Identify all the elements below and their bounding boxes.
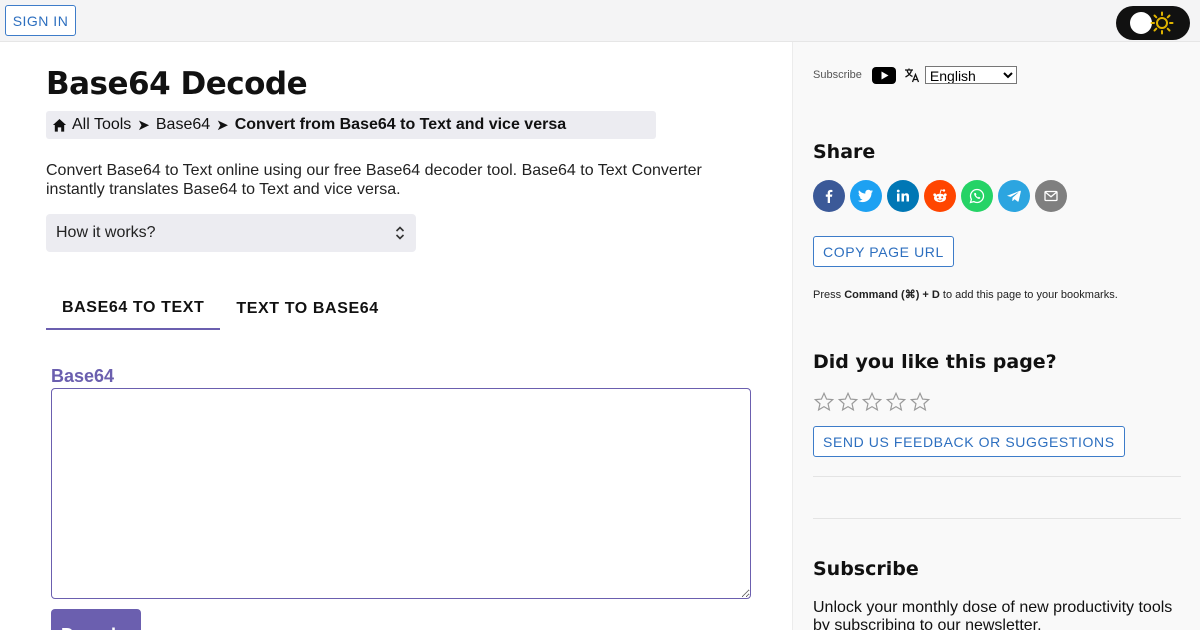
toggle-knob — [1130, 12, 1152, 34]
subscribe-text: Unlock your monthly dose of new producti… — [813, 599, 1173, 630]
translate-icon — [904, 68, 920, 83]
sun-icon — [1150, 11, 1174, 35]
base64-input-label: Base64 — [51, 366, 115, 386]
top-bar: SIGN IN — [0, 0, 1200, 42]
rating-heading: Did you like this page? — [813, 351, 1057, 373]
home-icon[interactable] — [52, 118, 67, 133]
breadcrumb: All Tools ➤ Base64 ➤ Convert from Base64… — [46, 111, 656, 139]
breadcrumb-base64[interactable]: Base64 — [156, 116, 210, 134]
star-icon[interactable] — [813, 391, 835, 413]
subscribe-row: Subscribe English — [813, 66, 1017, 84]
how-it-works-select[interactable]: How it works? — [46, 214, 416, 252]
language-select[interactable]: English — [924, 66, 1017, 84]
subscribe-heading: Subscribe — [813, 558, 919, 580]
breadcrumb-separator: ➤ — [216, 117, 229, 134]
email-icon[interactable] — [1035, 180, 1067, 212]
rating-stars — [813, 391, 931, 413]
star-icon[interactable] — [861, 391, 883, 413]
sidebar: Subscribe English Share COPY PAGE URL Pr… — [792, 42, 1200, 630]
whatsapp-icon[interactable] — [961, 180, 993, 212]
star-icon[interactable] — [885, 391, 907, 413]
theme-toggle[interactable] — [1116, 6, 1190, 40]
breadcrumb-separator: ➤ — [137, 117, 150, 134]
breadcrumb-current: Convert from Base64 to Text and vice ver… — [234, 116, 567, 133]
send-feedback-button[interactable]: SEND US FEEDBACK OR SUGGESTIONS — [813, 426, 1125, 457]
telegram-icon[interactable] — [998, 180, 1030, 212]
breadcrumb-all-tools[interactable]: All Tools — [72, 116, 131, 134]
sign-in-button[interactable]: SIGN IN — [5, 5, 76, 36]
bookmark-hint: Press Command (⌘) + D to add this page t… — [813, 288, 1118, 301]
mode-tabs: BASE64 TO TEXT TEXT TO BASE64 — [46, 288, 395, 330]
how-it-works-label: How it works? — [56, 224, 156, 241]
bookmark-prefix: Press — [813, 289, 845, 301]
star-icon[interactable] — [837, 391, 859, 413]
decode-button[interactable]: Decode — [51, 609, 141, 630]
twitter-icon[interactable] — [850, 180, 882, 212]
bookmark-shortcut: Command (⌘) + D — [844, 289, 940, 301]
main-content: Base64 Decode All Tools ➤ Base64 ➤ Conve… — [0, 42, 792, 630]
divider — [813, 518, 1181, 519]
youtube-icon[interactable] — [871, 66, 896, 84]
star-icon[interactable] — [909, 391, 931, 413]
share-heading: Share — [813, 141, 876, 163]
copy-page-url-button[interactable]: COPY PAGE URL — [813, 236, 954, 267]
linkedin-icon[interactable] — [887, 180, 919, 212]
divider — [813, 476, 1181, 477]
tab-text-to-base64[interactable]: TEXT TO BASE64 — [220, 288, 394, 330]
tab-base64-to-text[interactable]: BASE64 TO TEXT — [46, 288, 221, 330]
reddit-icon[interactable] — [924, 180, 956, 212]
page-title: Base64 Decode — [46, 66, 308, 102]
bookmark-suffix: to add this page to your bookmarks. — [939, 289, 1118, 301]
share-icons — [813, 180, 1067, 212]
facebook-icon[interactable] — [813, 180, 845, 212]
base64-input[interactable] — [51, 388, 751, 599]
intro-text: Convert Base64 to Text online using our … — [46, 162, 702, 198]
chevron-updown-icon — [395, 226, 405, 240]
subscribe-label: Subscribe — [813, 69, 862, 81]
